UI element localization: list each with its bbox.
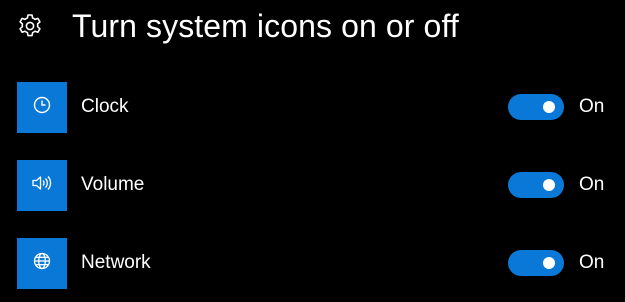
volume-tile [17, 159, 67, 211]
setting-row-network: Network On [17, 237, 607, 289]
volume-icon [31, 173, 53, 198]
page-header: Turn system icons on or off [17, 6, 459, 46]
network-toggle[interactable] [508, 250, 564, 276]
network-tile [17, 237, 67, 289]
setting-label-network: Network [81, 252, 151, 273]
setting-label-clock: Clock [81, 96, 129, 117]
toggle-knob [543, 179, 555, 191]
volume-toggle[interactable] [508, 172, 564, 198]
setting-row-clock: Clock On [17, 81, 607, 133]
settings-page: Turn system icons on or off Clock On Vol… [0, 0, 625, 302]
setting-label-volume: Volume [81, 174, 145, 195]
toggle-knob [543, 101, 555, 113]
clock-state-label: On [579, 96, 605, 117]
volume-state-label: On [579, 174, 605, 195]
network-icon [32, 251, 52, 276]
network-state-label: On [579, 252, 605, 273]
setting-row-volume: Volume On [17, 159, 607, 211]
gear-icon [17, 13, 43, 39]
toggle-knob [543, 257, 555, 269]
clock-tile [17, 81, 67, 133]
clock-toggle[interactable] [508, 94, 564, 120]
clock-icon [32, 95, 52, 120]
page-title: Turn system icons on or off [72, 7, 459, 44]
